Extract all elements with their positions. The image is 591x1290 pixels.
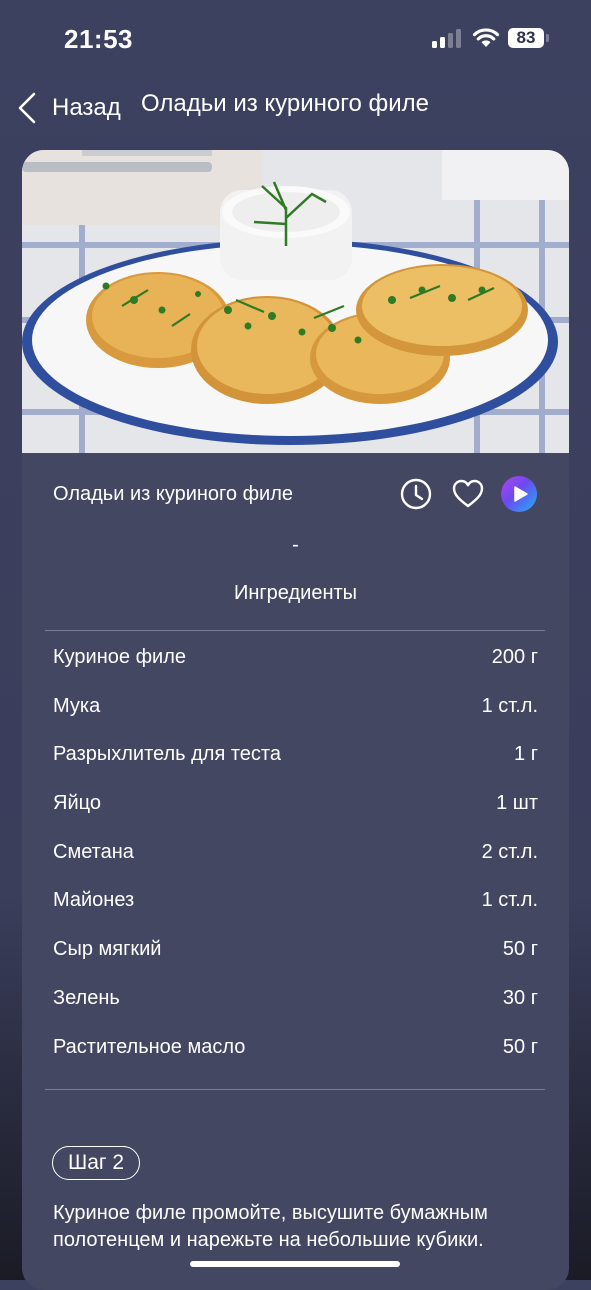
ingredient-quantity: 30 г [502,986,538,1009]
home-indicator[interactable] [190,1261,400,1267]
recipe-name: Оладьи из куриного филе [53,483,294,505]
ingredient-row: Разрыхлитель для теста 1 г [22,739,569,788]
heart-icon[interactable] [451,477,485,511]
ingredient-quantity: 50 г [502,938,538,961]
play-button[interactable] [501,476,537,512]
wifi-icon [472,28,500,47]
clock-icon[interactable] [399,477,433,511]
ingredient-quantity: 200 г [491,646,538,668]
ingredient-name: Сыр мягкий [53,938,162,961]
ingredient-name: Сметана [53,840,134,863]
ingredient-quantity: 1 г [514,743,538,766]
status-time: 21:53 [64,24,133,54]
step-instructions: Куриное филе промойте, высушите бумажным… [53,1202,488,1251]
battery-level: 83 [508,28,544,48]
ingredient-row: Растительное масло 50 г [22,1032,569,1081]
ingredient-row: Яйцо 1 шт [22,788,569,837]
ingredients-list: Куриное филе 200 г Мука 1 ст.л. Разрыхли… [22,642,569,1080]
ingredient-row: Зелень 30 г [22,983,569,1032]
ingredient-name: Зелень [53,986,120,1009]
ingredient-name: Разрыхлитель для теста [53,743,281,766]
ingredient-row: Куриное филе 200 г [22,642,569,691]
ingredient-quantity: 1 ст.л. [481,889,538,912]
ingredient-row: Сметана 2 ст.л. [22,837,569,886]
page-title: Оладьи из куриного филе [141,90,430,117]
cellular-signal-icon [432,28,462,48]
ingredient-name: Мука [53,694,101,717]
ingredient-quantity: 2 ст.л. [481,840,538,863]
recipe-subtitle-dash: - [292,534,299,556]
ingredient-quantity: 1 ст.л. [481,694,538,717]
battery-cap [546,34,549,42]
ingredient-name: Куриное филе [53,646,186,668]
recipe-photo [22,150,569,453]
status-bar: 21:53 83 [0,0,591,80]
back-button[interactable]: Назад [16,88,121,128]
recipe-card: Оладьи из куриного филе - Ингредиенты Ку… [22,150,569,1290]
ingredient-quantity: 1 шт [496,792,538,815]
ingredients-heading: Ингредиенты [233,582,358,604]
recipe-header-row: Оладьи из куриного филе [22,453,569,533]
ingredient-row: Майонез 1 ст.л. [22,885,569,934]
divider [45,630,545,631]
ingredient-name: Растительное масло [53,1035,246,1058]
ingredient-quantity: 50 г [502,1035,538,1058]
ingredient-name: Яйцо [53,792,101,815]
ingredient-row: Мука 1 ст.л. [22,691,569,740]
ingredient-row: Сыр мягкий 50 г [22,934,569,983]
back-label: Назад [52,94,121,121]
ingredient-name: Майонез [53,889,135,912]
step-badge: Шаг 2 [52,1146,141,1180]
chevron-left-icon [18,92,36,124]
navigation-bar: Назад Оладьи из куриного филе [0,80,591,136]
divider [45,1089,545,1090]
play-icon [514,486,528,502]
